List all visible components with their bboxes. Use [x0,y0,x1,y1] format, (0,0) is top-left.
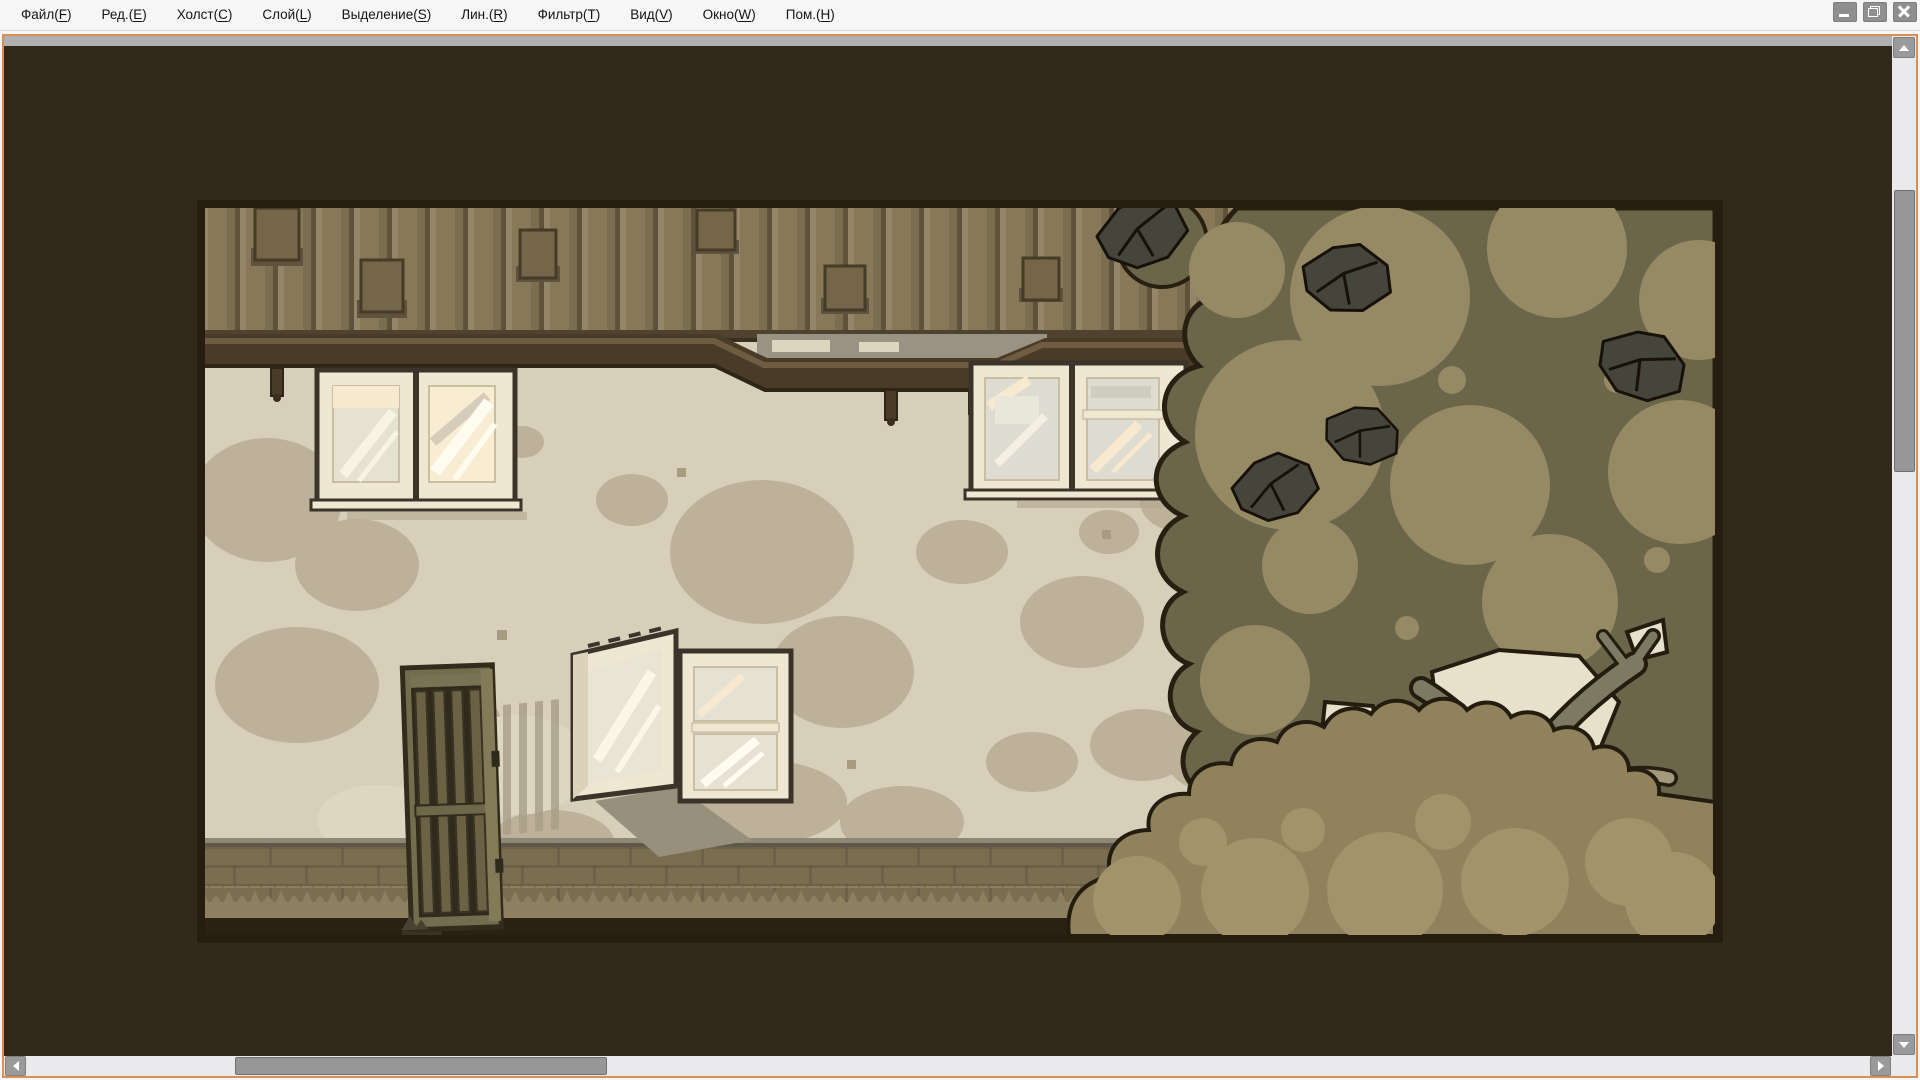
menu-hotkey: R [493,7,503,22]
scroll-left-button[interactable] [5,1056,26,1076]
menu-label: ) [596,7,601,22]
scroll-right-button[interactable] [1870,1056,1891,1076]
minimize-button[interactable] [1833,2,1857,22]
menu-item-canvas[interactable]: Холст(C) [162,0,248,30]
restore-icon [1868,6,1880,17]
menu-label: Пом.( [786,7,821,22]
menu-label: ) [228,7,233,22]
scroll-down-button[interactable] [1893,1034,1915,1055]
menu-item-line[interactable]: Лин.(R) [446,0,522,30]
menu-item-layer[interactable]: Слой(L) [247,0,326,30]
menu-label: Окно( [703,7,739,22]
menu-hotkey: C [218,7,228,22]
minimize-icon [1839,14,1849,17]
menu-item-filter[interactable]: Фильтр(T) [523,0,616,30]
window-left [311,370,527,520]
pixel-art-canvas[interactable] [197,200,1723,943]
menu-label: Слой( [262,7,299,22]
menu-hotkey: V [659,7,668,22]
horizontal-scrollbar[interactable] [4,1056,1892,1076]
menu-item-view[interactable]: Вид(V) [615,0,687,30]
vertical-scrollbar-thumb[interactable] [1894,190,1915,472]
menu-label: ) [830,7,835,22]
menu-label: Ред.( [101,7,133,22]
menu-label: ) [307,7,312,22]
canvas-outside-area [4,36,1892,46]
menu-label: Холст( [177,7,218,22]
menu-hotkey: W [739,7,752,22]
window-controls [1833,2,1917,22]
menu-hotkey: S [418,7,427,22]
menu-hotkey: H [821,7,831,22]
menu-label: ) [142,7,147,22]
menu-hotkey: T [587,7,595,22]
scrollbar-corner [1892,1056,1916,1076]
menu-label: ) [67,7,72,22]
horizontal-scrollbar-thumb[interactable] [235,1057,607,1075]
menu-label: ) [751,7,756,22]
canvas-viewport[interactable] [4,36,1892,1056]
menu-item-window[interactable]: Окно(W) [688,0,771,30]
scroll-up-button[interactable] [1893,37,1915,58]
menu-label: Файл( [21,7,59,22]
menu-hotkey: F [59,7,67,22]
menu-hotkey: E [133,7,142,22]
arrow-left-icon [13,1061,19,1071]
menu-item-file[interactable]: Файл(F) [6,0,86,30]
application-window: Файл(F) Ред.(E) Холст(C) Слой(L) Выделен… [0,0,1920,1080]
menu-item-help[interactable]: Пом.(H) [771,0,850,30]
menu-label: Фильтр( [538,7,588,22]
menu-item-edit[interactable]: Ред.(E) [86,0,161,30]
menu-bar: Файл(F) Ред.(E) Холст(C) Слой(L) Выделен… [0,0,1920,31]
arrow-down-icon [1899,1042,1909,1048]
restore-button[interactable] [1863,2,1887,22]
menu-label: ) [668,7,673,22]
menu-label: Лин.( [461,7,493,22]
menu-label: ) [503,7,508,22]
close-icon [1898,5,1910,17]
menu-label: Вид( [630,7,659,22]
menu-label: Выделение( [342,7,418,22]
menu-item-selection[interactable]: Выделение(S) [327,0,447,30]
close-button[interactable] [1893,2,1917,22]
arrow-right-icon [1878,1061,1884,1071]
gate-door [392,665,506,943]
arrow-up-icon [1899,45,1909,51]
menu-label: ) [427,7,432,22]
canvas-frame [2,34,1918,1078]
vertical-scrollbar[interactable] [1892,36,1916,1056]
